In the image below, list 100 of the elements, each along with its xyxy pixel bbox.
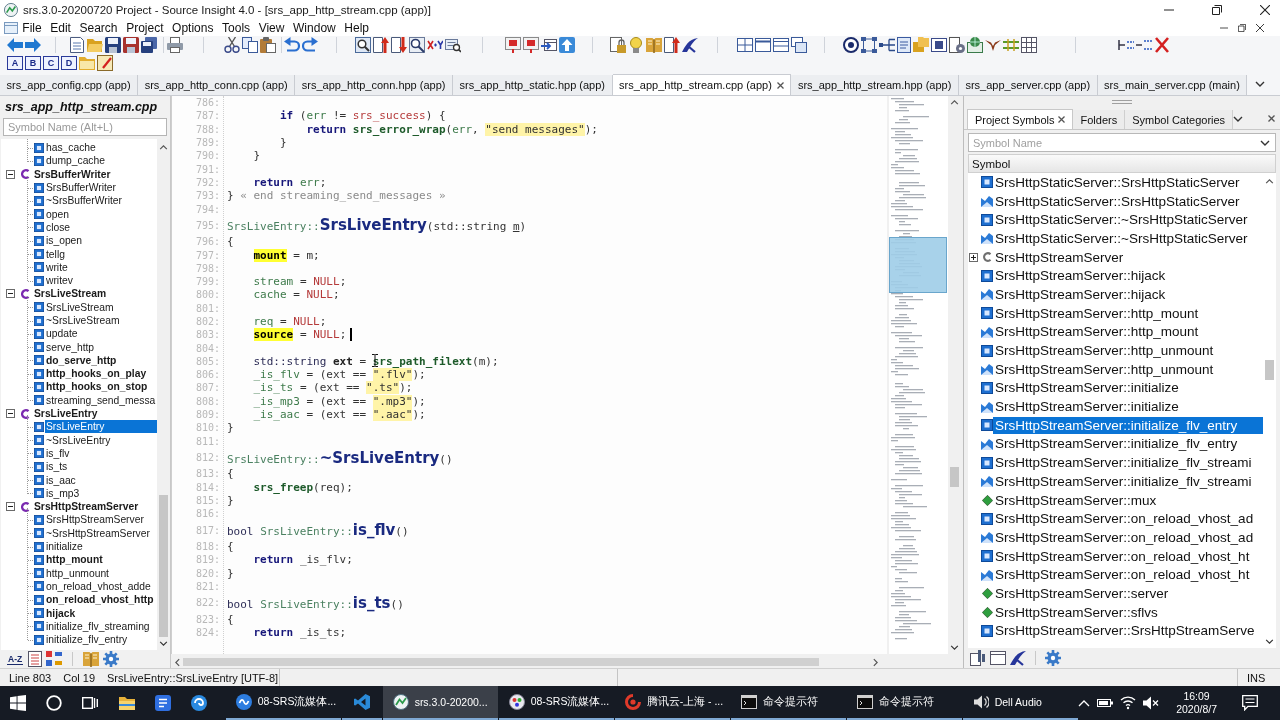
restore-icon[interactable] [1212, 5, 1222, 15]
tree-item[interactable]: http_hooks_on_stop [45, 380, 149, 394]
tree-item[interactable]: http_hooks_on_play [45, 367, 148, 381]
symbol-item[interactable]: SrsHttpStreamServer::hijack [993, 285, 1168, 303]
window-icon[interactable] [990, 650, 1006, 666]
dash-lines-icon[interactable] [1136, 40, 1152, 50]
chevron-down-icon[interactable] [159, 641, 168, 646]
shapes-icon[interactable] [46, 651, 63, 667]
symbol-item[interactable]: SrsHttpStreamServer::initialize_flv_streami [993, 472, 1254, 490]
file-tab[interactable]: srs_app_config.cpp (app) [0, 75, 139, 95]
file-tab[interactable]: srs_app_http_stream.cpp (app) [612, 74, 792, 95]
menu-item[interactable]: Search [75, 21, 122, 35]
restore-icon[interactable] [1238, 24, 1246, 32]
symbol-item[interactable]: SrsHttpStreamServer::initialize [993, 398, 1181, 416]
tree-item[interactable]: do_serve_http [45, 353, 118, 367]
wifi-icon[interactable] [1120, 696, 1137, 710]
tree-item[interactable]: on_reload_vhost_adde [45, 579, 152, 593]
copy-icon[interactable] [242, 37, 258, 53]
file-tab[interactable]: srs_app_http_conn.cpp (app) [138, 75, 296, 95]
panel-tab[interactable]: Symbol Categories [1125, 110, 1234, 129]
window-mark-icon[interactable] [523, 37, 539, 53]
list-icon[interactable] [28, 651, 43, 667]
floppy-disks-icon[interactable] [141, 37, 157, 53]
scrollbar-thumb[interactable] [950, 467, 959, 487]
magnifier-list-icon[interactable] [445, 37, 461, 53]
symbol-item[interactable]: SrsHttpStaticServer::SrsHttpStaticServer [993, 192, 1242, 210]
tree-item[interactable]: is_aac [45, 473, 77, 487]
tree-item[interactable]: is_open [45, 234, 84, 248]
column-header[interactable]: Symbol [969, 157, 1011, 170]
class-name[interactable]: SrsLiveEntry [33, 408, 99, 420]
panel-tab[interactable]: Folders [1073, 110, 1126, 129]
letter-button[interactable]: D [61, 55, 77, 70]
printer-icon[interactable] [167, 37, 183, 53]
search-icon[interactable] [409, 37, 425, 53]
menu-item[interactable]: Options [167, 21, 218, 35]
tree-item[interactable]: tellg [45, 247, 66, 261]
settings-icon[interactable] [1045, 650, 1061, 666]
tree-item[interactable]: http_mount [45, 553, 104, 567]
menu-item[interactable]: Tools [217, 21, 255, 35]
tree-item[interactable]: http_unmount [45, 566, 110, 580]
collapse-icon[interactable] [6, 169, 15, 179]
taskbar-button[interactable]: 08-SRS流媒体... [225, 686, 341, 720]
menu-item[interactable]: Project [121, 21, 168, 35]
tree-branch-icon[interactable] [879, 37, 895, 53]
left-arrow-icon[interactable] [7, 37, 23, 53]
close-icon[interactable] [776, 81, 784, 89]
letter-button[interactable]: B [25, 55, 41, 70]
symbol-item[interactable]: SrsHttpStreamServer::on_reload_vhost_ht [993, 566, 1252, 584]
panel-tab[interactable]: Project Symbols [967, 109, 1074, 129]
tree-item[interactable]: is_mp3 [45, 486, 81, 500]
ring-icon[interactable] [843, 37, 859, 53]
expand-icon[interactable] [969, 252, 978, 262]
symbol-item[interactable]: SrsHttpStreamServer::http_mount [993, 323, 1201, 341]
tree-item[interactable]: is_ts [45, 460, 69, 474]
tree-item[interactable]: write [45, 260, 69, 274]
tree-item[interactable]: open [45, 207, 70, 221]
collapse-icon[interactable] [6, 289, 15, 299]
tree-item[interactable]: close [45, 220, 72, 234]
close-icon[interactable] [1260, 5, 1270, 15]
table-icon[interactable] [1021, 37, 1037, 53]
close-icon[interactable] [1058, 116, 1066, 123]
folder-icon[interactable] [118, 695, 135, 711]
search-document-icon[interactable] [355, 37, 371, 53]
class-name[interactable]: SrsLiveStream [33, 288, 108, 300]
file-tab[interactable]: srs_app_http_conn.hpp (app) [295, 75, 453, 95]
chevron-down-icon[interactable] [1260, 139, 1270, 146]
swoosh-icon[interactable] [1010, 650, 1026, 666]
search-field[interactable]: Symbol Name (Alt+L) [3, 118, 167, 136]
symbol-item[interactable]: SrsHttpStreamServer::http_mount [993, 304, 1201, 322]
symbol-item[interactable]: SrsHttpStreamServer::http_unmount [993, 360, 1216, 378]
scissors-icon[interactable] [224, 37, 240, 53]
chevron-down-icon[interactable] [1255, 80, 1266, 87]
scrollbar-thumb[interactable] [159, 495, 168, 637]
symbol-item[interactable]: SrsHttpStreamServer::on_reload_vhost_ht [993, 547, 1252, 565]
tree-item[interactable]: streaming_send_messa [45, 393, 157, 407]
letter-button[interactable]: A [7, 55, 23, 70]
symbol-item[interactable]: SrsHttpStreamServer::server [993, 584, 1171, 602]
notification-icon[interactable] [1242, 695, 1258, 711]
scrollbar-thumb[interactable] [183, 658, 819, 666]
tree-item[interactable]: SrsBufferWriter [45, 181, 117, 195]
tree-item[interactable]: update [45, 327, 79, 341]
taskbar-button[interactable]: srs.3.0-20200... [382, 686, 498, 720]
document-pen-icon[interactable] [97, 54, 113, 71]
tree-item[interactable]: ~SrsLiveEntry [45, 433, 112, 447]
chevron-down-icon[interactable] [1265, 639, 1274, 644]
lightbulb-icon[interactable] [628, 37, 644, 53]
class-name[interactable]: SrsBufferWriter [33, 168, 112, 180]
menu-item[interactable]: File [18, 21, 46, 35]
chevron-left-icon[interactable] [175, 657, 180, 667]
symbol-item[interactable]: SrsHttpStreamServer::initialize [993, 379, 1181, 397]
symbol-item[interactable]: SrsHttpStreamServer::initialize_flv_streami [993, 454, 1254, 472]
collapse-icon[interactable] [6, 502, 15, 512]
clock-date[interactable]: 2020/8/7 [1176, 703, 1217, 716]
book-icon[interactable] [646, 37, 662, 53]
letter-button[interactable]: C [43, 55, 59, 70]
clipboard-icon[interactable] [260, 37, 276, 53]
symbol-item[interactable]: SrsHttpStaticServer::~SrsHttpStaticServer [993, 229, 1250, 247]
class-name[interactable]: SrsHttpStreamServer [33, 501, 140, 513]
taskbar-button[interactable]: 腾讯云-上海 - ... [614, 686, 730, 720]
tree-item[interactable]: initialize_flv_streaming [45, 619, 151, 633]
